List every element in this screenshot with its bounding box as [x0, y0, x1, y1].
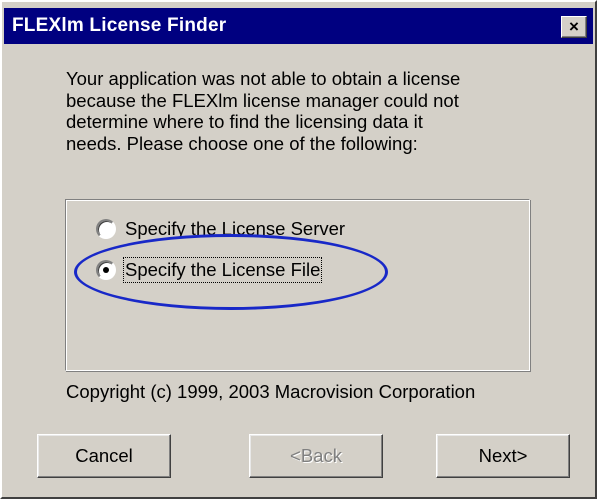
- cancel-button[interactable]: Cancel: [37, 434, 171, 478]
- instruction-line: because the FLEXlm license manager could…: [66, 89, 459, 111]
- radio-label-license-server[interactable]: Specify the License Server: [125, 218, 345, 240]
- back-button: <Back: [249, 434, 383, 478]
- close-icon: ×: [569, 17, 579, 36]
- copyright-text: Copyright (c) 1999, 2003 Macrovision Cor…: [66, 381, 476, 402]
- radio-specify-license-server[interactable]: Specify the License Server: [96, 218, 345, 240]
- next-button[interactable]: Next>: [436, 434, 570, 478]
- title-bar[interactable]: FLEXlm License Finder ×: [4, 8, 593, 44]
- instruction-line: needs. Please choose one of the followin…: [66, 132, 418, 154]
- radio-label-license-file[interactable]: Specify the License File: [122, 257, 323, 283]
- close-button[interactable]: ×: [561, 16, 587, 38]
- radio-button-selected[interactable]: [96, 260, 116, 280]
- radio-button-unselected[interactable]: [96, 219, 116, 239]
- instruction-text: Your application was not able to obtain …: [66, 68, 546, 154]
- radio-specify-license-file[interactable]: Specify the License File: [96, 257, 323, 283]
- radio-selected-dot-icon: [103, 267, 109, 273]
- window-title: FLEXlm License Finder: [12, 15, 227, 36]
- license-option-group: Specify the License Server Specify the L…: [65, 199, 530, 371]
- license-finder-dialog: FLEXlm License Finder × Your application…: [0, 0, 597, 499]
- instruction-line: determine where to find the licensing da…: [66, 111, 423, 132]
- instruction-line: Your application was not able to obtain …: [66, 68, 461, 89]
